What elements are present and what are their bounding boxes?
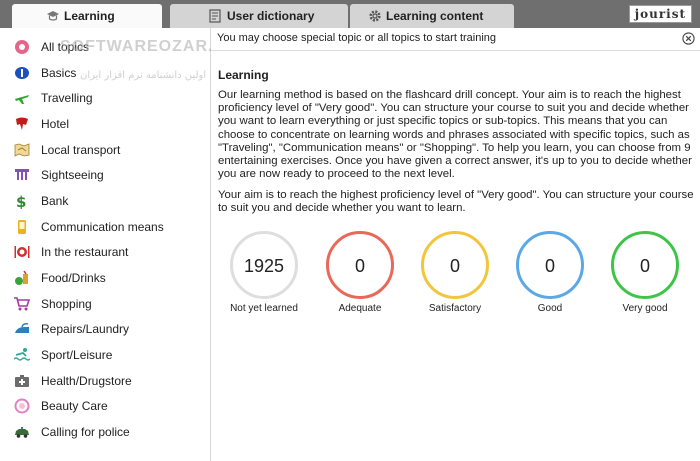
intro-paragraph: Our learning method is based on the flas… — [218, 89, 692, 181]
stat-label: Satisfactory — [428, 303, 482, 314]
stat-satisfactory[interactable]: 0 Satisfactory — [415, 231, 495, 319]
sidebar-item-label: Health/Drugstore — [41, 374, 132, 388]
restaurant-icon — [14, 246, 30, 258]
progress-ring: 0 — [421, 231, 489, 299]
sidebar-item-label: Local transport — [41, 143, 121, 157]
sidebar-item-label: Communication means — [41, 220, 164, 234]
sidebar-item-sightseeing[interactable]: Sightseeing — [0, 163, 210, 187]
sidebar-item-travelling[interactable]: Travelling — [0, 86, 210, 110]
sidebar-item-label: Sport/Leisure — [41, 348, 113, 362]
cart-icon — [14, 297, 30, 311]
sidebar-item-health-drugstore[interactable]: Health/Drugstore — [0, 369, 210, 393]
sidebar-item-label: Basics — [41, 66, 77, 80]
progress-ring: 0 — [516, 231, 584, 299]
all-topics-icon — [15, 40, 29, 54]
tab-user-dictionary[interactable]: User dictionary — [170, 4, 348, 28]
sidebar-item-calling-for-police[interactable]: Calling for police — [0, 420, 210, 444]
app-logo: jourist — [628, 5, 692, 23]
stat-adequate[interactable]: 0 Adequate — [320, 231, 400, 319]
sidebar-item-label: Sightseeing — [41, 168, 104, 182]
info-bar: You may choose special topic or all topi… — [211, 28, 700, 51]
stat-value: 0 — [544, 256, 555, 276]
page-title: Learning — [218, 68, 269, 82]
columns-icon — [15, 169, 29, 180]
sidebar-item-label: Repairs/Laundry — [41, 322, 130, 336]
topic-sidebar: All topics Basics Travelling Hotel Local… — [0, 28, 253, 461]
stat-value: 0 — [639, 256, 650, 276]
tab-learning-label: Learning — [64, 9, 115, 23]
iron-icon — [15, 323, 29, 333]
sidebar-item-shopping[interactable]: Shopping — [0, 292, 210, 316]
watermark-subtitle: اولین دانشنامه نرم افزار ایران — [80, 70, 207, 81]
stat-label: Good — [537, 303, 563, 314]
sidebar-item-bank[interactable]: $ Bank — [0, 189, 210, 213]
info-bar-text: You may choose special topic or all topi… — [217, 32, 497, 44]
airplane-icon — [15, 95, 29, 104]
sidebar-item-hotel[interactable]: Hotel — [0, 112, 210, 136]
sidebar-item-local-transport[interactable]: Local transport — [0, 138, 210, 162]
sidebar-item-in-the-restaurant[interactable]: In the restaurant — [0, 240, 210, 264]
sidebar-item-sport-leisure[interactable]: Sport/Leisure — [0, 343, 210, 367]
svg-text:$: $ — [16, 193, 26, 209]
dictionary-icon — [209, 9, 221, 23]
stat-value: 0 — [449, 256, 460, 276]
sidebar-item-label: In the restaurant — [41, 245, 129, 259]
sidebar-item-label: Calling for police — [41, 425, 130, 439]
firstaid-icon — [15, 375, 29, 387]
dollar-icon: $ — [16, 193, 26, 209]
sidebar-item-food-drinks[interactable]: Food/Drinks — [0, 266, 210, 290]
food-icon — [15, 270, 28, 285]
progress-ring: 0 — [611, 231, 679, 299]
sidebar-item-label: Travelling — [41, 91, 93, 105]
beauty-icon — [14, 398, 30, 414]
basics-icon — [15, 67, 29, 79]
stat-good[interactable]: 0 Good — [510, 231, 590, 319]
hotel-icon — [16, 117, 28, 130]
sidebar-item-beauty-care[interactable]: Beauty Care — [0, 394, 210, 418]
police-car-icon — [15, 427, 29, 438]
aim-paragraph: Your aim is to reach the highest profici… — [218, 189, 694, 215]
sidebar-item-communication-means[interactable]: Communication means — [0, 215, 210, 239]
sidebar-item-repairs-laundry[interactable]: Repairs/Laundry — [0, 317, 210, 341]
sidebar-item-label: Beauty Care — [41, 399, 108, 413]
sidebar-item-label: Food/Drinks — [41, 271, 106, 285]
main-content: Learning Our learning method is based on… — [211, 51, 700, 461]
tab-learning[interactable]: Learning — [12, 4, 162, 28]
learning-icon — [47, 11, 59, 21]
phone-icon — [18, 220, 26, 234]
stat-not-yet-learned[interactable]: 1925 Not yet learned — [224, 231, 304, 319]
gear-icon — [369, 10, 381, 22]
tab-user-dictionary-label: User dictionary — [227, 9, 315, 23]
close-icon[interactable] — [682, 32, 695, 45]
map-icon — [14, 143, 30, 157]
stat-label: Adequate — [338, 303, 382, 314]
sidebar-item-label: Hotel — [41, 117, 70, 131]
stat-label: Not yet learned — [230, 303, 298, 314]
tab-learning-content-label: Learning content — [386, 9, 484, 23]
stat-very-good[interactable]: 0 Very good — [605, 231, 685, 319]
stat-label: Very good — [622, 303, 668, 314]
swimmer-icon — [14, 348, 30, 361]
stat-value: 0 — [354, 256, 365, 276]
tab-bar: Learning User dictionary Learning conten… — [0, 0, 700, 28]
tab-learning-content[interactable]: Learning content — [350, 4, 514, 28]
progress-ring: 0 — [326, 231, 394, 299]
sidebar-item-label: Shopping — [41, 297, 92, 311]
progress-ring: 1925 — [230, 231, 298, 299]
stat-value: 1925 — [243, 256, 285, 276]
sidebar-item-label: Bank — [41, 194, 69, 208]
